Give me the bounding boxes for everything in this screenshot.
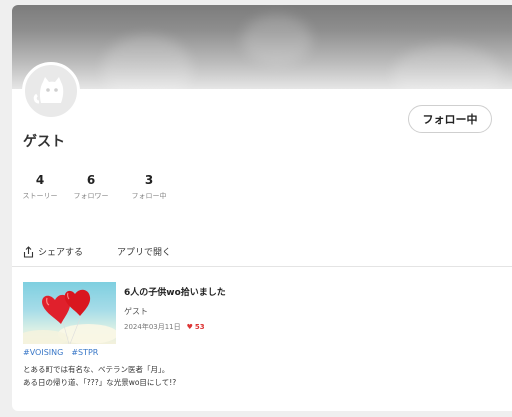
story-description: とある町では有名な、ベテラン医者「月」。 ある日の帰り道、「???」な光景wo目… — [23, 363, 176, 389]
avatar[interactable] — [22, 62, 80, 120]
share-icon — [23, 245, 34, 258]
share-label: シェアする — [38, 248, 84, 258]
follow-button[interactable]: フォロー中 — [408, 105, 492, 133]
share-button[interactable]: シェアする — [23, 245, 83, 258]
heart-balloons-image — [23, 289, 116, 344]
profile-name: ゲスト — [23, 134, 65, 150]
cover-image — [12, 5, 512, 89]
divider — [12, 266, 512, 267]
stat-value: 6 — [86, 173, 96, 187]
description-line: ある日の帰り道、「???」な光景wo目にして!? — [23, 378, 177, 387]
tag-link[interactable]: #VOISING — [23, 348, 63, 357]
story-date: 2024年03月11日 — [124, 323, 181, 331]
story-thumbnail[interactable] — [23, 282, 116, 344]
open-in-app-button[interactable]: アプリで開く — [117, 245, 171, 258]
profile-card: フォロー中 ゲスト 4 ストーリー 6 フォロワー 3 フォロー中 シェアする … — [12, 5, 512, 411]
cat-icon — [33, 77, 64, 104]
story-author[interactable]: ゲスト — [124, 306, 148, 317]
tag-link[interactable]: #STPR — [71, 348, 98, 357]
stat-stories[interactable]: 4 ストーリー — [15, 173, 65, 201]
stat-label: フォロー中 — [131, 192, 167, 200]
like-count: ♥ 53 — [187, 323, 205, 331]
stat-value: 4 — [35, 173, 45, 187]
stat-followers[interactable]: 6 フォロワー — [66, 173, 116, 201]
story-tags: #VOISING #STPR — [23, 348, 98, 357]
stat-value: 3 — [144, 173, 154, 187]
heart-icon: ♥ — [186, 323, 193, 331]
stat-label: ストーリー — [22, 192, 58, 200]
stat-label: フォロワー — [73, 192, 109, 200]
story-meta: 2024年03月11日 ♥ 53 — [124, 322, 205, 332]
like-value: 53 — [194, 323, 205, 331]
story-title[interactable]: 6人の子供wo拾いました — [124, 285, 226, 298]
description-line: とある町では有名な、ベテラン医者「月」。 — [23, 365, 170, 374]
profile-actions: シェアする アプリで開く — [23, 245, 171, 258]
stat-following[interactable]: 3 フォロー中 — [124, 173, 174, 201]
